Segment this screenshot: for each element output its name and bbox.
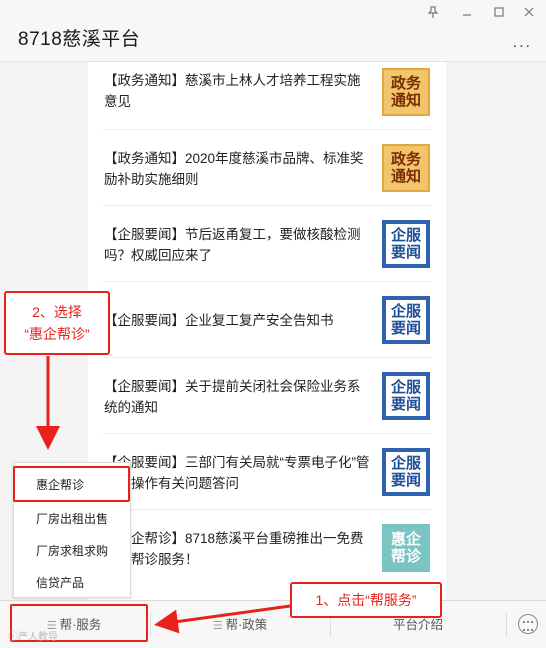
annotation-step1: 1、点击“帮服务” xyxy=(290,582,442,618)
highlight-submenu-item xyxy=(13,466,130,502)
app-window: 8718慈溪平台 ... 【政务通知】慈溪市上林人才培养工程实施意见 政务 通知 … xyxy=(0,0,546,648)
arrow-to-bang-fuwu xyxy=(154,604,291,634)
watermark: ⓘ严人教导 xyxy=(8,632,58,643)
annotation-step2: 2、选择 “惠企帮诊” xyxy=(4,291,110,355)
